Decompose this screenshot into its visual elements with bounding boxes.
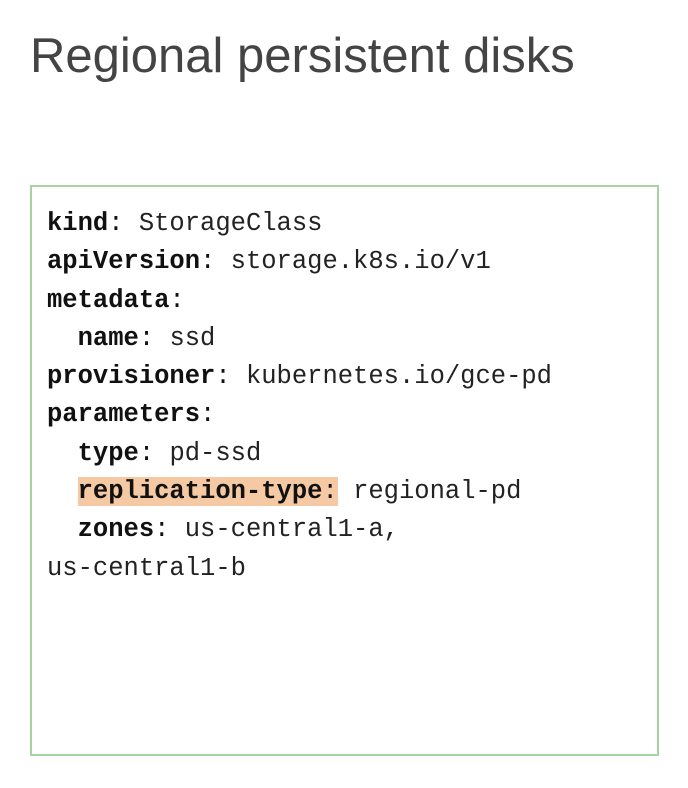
yaml-key: zones [77, 515, 155, 545]
slide-title: Regional persistent disks [30, 29, 575, 83]
yaml-code: kind: StorageClass apiVersion: storage.k8… [47, 205, 552, 588]
yaml-value: pd-ssd [169, 438, 262, 468]
code-line-apiversion: apiVersion: storage.k8s.io/v1 [47, 247, 491, 277]
yaml-key: metadata [47, 285, 170, 315]
yaml-value: us-central1-a, [184, 515, 399, 545]
yaml-value: ssd [169, 323, 216, 353]
yaml-key: parameters [47, 400, 201, 430]
highlighted-key: replication-type: [77, 477, 338, 507]
yaml-value: kubernetes.io/gce-pd [245, 362, 552, 392]
yaml-value: us-central1-b [47, 553, 246, 583]
yaml-key: kind [47, 209, 109, 238]
code-line-type: type: pd-ssd [77, 438, 262, 468]
code-line-replication-type: replication-type: regional-pd [47, 473, 552, 511]
code-line-name: name: ssd [77, 323, 216, 353]
yaml-key: provisioner [47, 362, 216, 392]
code-line-metadata: metadata: [47, 285, 185, 315]
code-line-zones: zones: us-central1-a, [77, 515, 399, 545]
yaml-value: StorageClass [138, 209, 323, 238]
code-line-provisioner: provisioner: kubernetes.io/gce-pd [47, 362, 552, 392]
code-line-parameters: parameters: [47, 400, 216, 430]
yaml-key: name [77, 323, 139, 353]
code-block: kind: StorageClass apiVersion: storage.k8… [30, 185, 659, 756]
yaml-key: replication-type [77, 477, 323, 507]
yaml-value: storage.k8s.io/v1 [230, 247, 491, 277]
yaml-key: apiVersion [47, 247, 201, 277]
yaml-value: regional-pd [353, 477, 522, 507]
yaml-key: type [77, 438, 139, 468]
code-line-zones-continued: us-central1-b [47, 550, 552, 588]
code-line-kind: kind: StorageClass [47, 209, 323, 238]
